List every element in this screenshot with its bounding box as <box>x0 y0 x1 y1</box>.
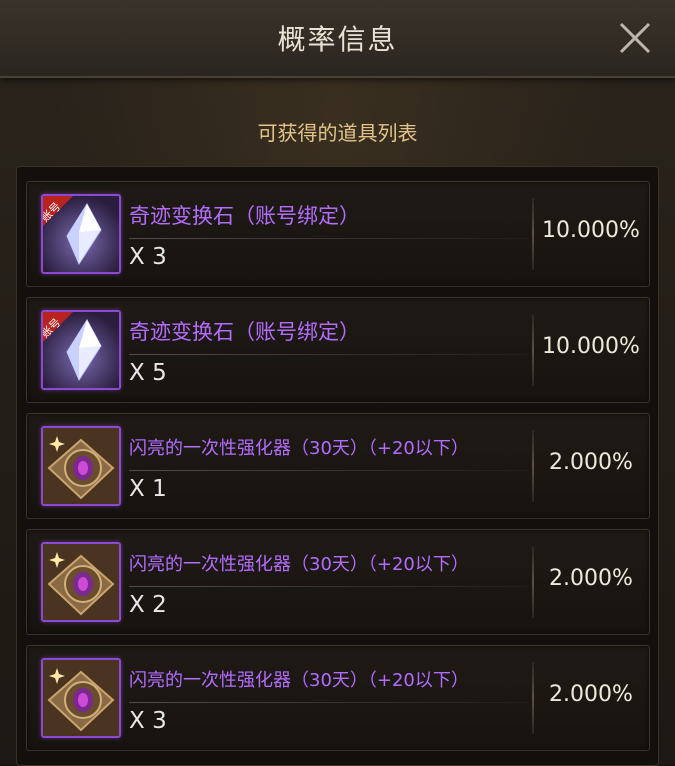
item-quantity: X 3 <box>129 244 167 270</box>
column-divider <box>532 314 534 386</box>
row-divider <box>129 238 529 239</box>
enhancer-icon <box>41 542 121 622</box>
column-divider <box>532 198 534 270</box>
item-name: 闪亮的一次性强化器（30天）（+20以下） <box>129 554 469 575</box>
row-divider <box>129 586 529 587</box>
item-probability: 10.000% <box>542 218 640 243</box>
item-quantity: X 5 <box>129 360 167 386</box>
dialog-title: 概率信息 <box>277 23 398 56</box>
list-item: 闪亮的一次性强化器（30天）（+20以下） X 2 2.000% <box>26 529 650 635</box>
column-divider <box>532 546 534 618</box>
row-divider <box>129 470 529 471</box>
item-probability: 2.000% <box>549 450 633 475</box>
item-quantity: X 3 <box>129 708 167 734</box>
item-probability: 2.000% <box>549 566 633 591</box>
item-name: 闪亮的一次性强化器（30天）（+20以下） <box>129 438 469 459</box>
item-quantity: X 1 <box>129 476 167 502</box>
row-divider <box>129 702 529 703</box>
crystal-icon: 账号 <box>41 194 121 274</box>
list-item: 账号 奇迹变换石（账号绑定） X 3 10.000% <box>26 181 650 287</box>
item-name: 奇迹变换石（账号绑定） <box>129 320 360 344</box>
item-probability: 10.000% <box>542 334 640 359</box>
column-divider <box>532 430 534 502</box>
item-list-heading: 可获得的道具列表 <box>257 121 418 145</box>
column-divider <box>532 662 534 734</box>
list-item: 闪亮的一次性强化器（30天）（+20以下） X 3 2.000% <box>26 645 650 751</box>
row-divider <box>129 354 529 355</box>
title-bar: 概率信息 <box>0 0 675 78</box>
probability-info-dialog: 概率信息 可获得的道具列表 账号 奇迹变换石（账号绑定） X 3 10.000%… <box>0 0 675 766</box>
list-item: 闪亮的一次性强化器（30天）（+20以下） X 1 2.000% <box>26 413 650 519</box>
item-name: 闪亮的一次性强化器（30天）（+20以下） <box>129 670 469 691</box>
item-name: 奇迹变换石（账号绑定） <box>129 204 360 228</box>
enhancer-icon <box>41 426 121 506</box>
close-icon[interactable] <box>615 18 655 58</box>
enhancer-icon <box>41 658 121 738</box>
item-probability: 2.000% <box>549 682 633 707</box>
item-quantity: X 2 <box>129 592 167 618</box>
item-list[interactable]: 账号 奇迹变换石（账号绑定） X 3 10.000% 账号 奇迹变换石（账号绑定… <box>16 166 659 766</box>
list-item: 账号 奇迹变换石（账号绑定） X 5 10.000% <box>26 297 650 403</box>
crystal-icon: 账号 <box>41 310 121 390</box>
